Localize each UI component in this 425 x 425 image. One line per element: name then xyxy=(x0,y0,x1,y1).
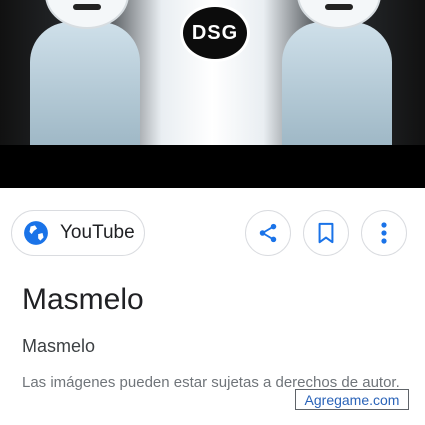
share-button[interactable] xyxy=(245,210,291,256)
marshmello-figure-left xyxy=(10,0,160,145)
page-title: Masmelo xyxy=(22,283,144,316)
image-subtitle[interactable]: Masmelo xyxy=(22,336,95,357)
source-chip-label: YouTube xyxy=(60,222,135,243)
globe-icon xyxy=(24,221,48,245)
preview-scene: DSG xyxy=(0,0,425,145)
bookmark-icon xyxy=(318,222,334,244)
image-preview[interactable]: DSG xyxy=(0,0,425,188)
save-button[interactable] xyxy=(303,210,349,256)
dsg-logo: DSG xyxy=(180,4,250,62)
source-chip[interactable]: YouTube xyxy=(11,210,145,256)
more-vert-icon xyxy=(381,222,387,244)
agregame-watermark: Agregame.com xyxy=(295,389,409,410)
marshmello-figure-right xyxy=(262,0,412,145)
share-icon xyxy=(259,223,277,243)
more-options-button[interactable] xyxy=(361,210,407,256)
